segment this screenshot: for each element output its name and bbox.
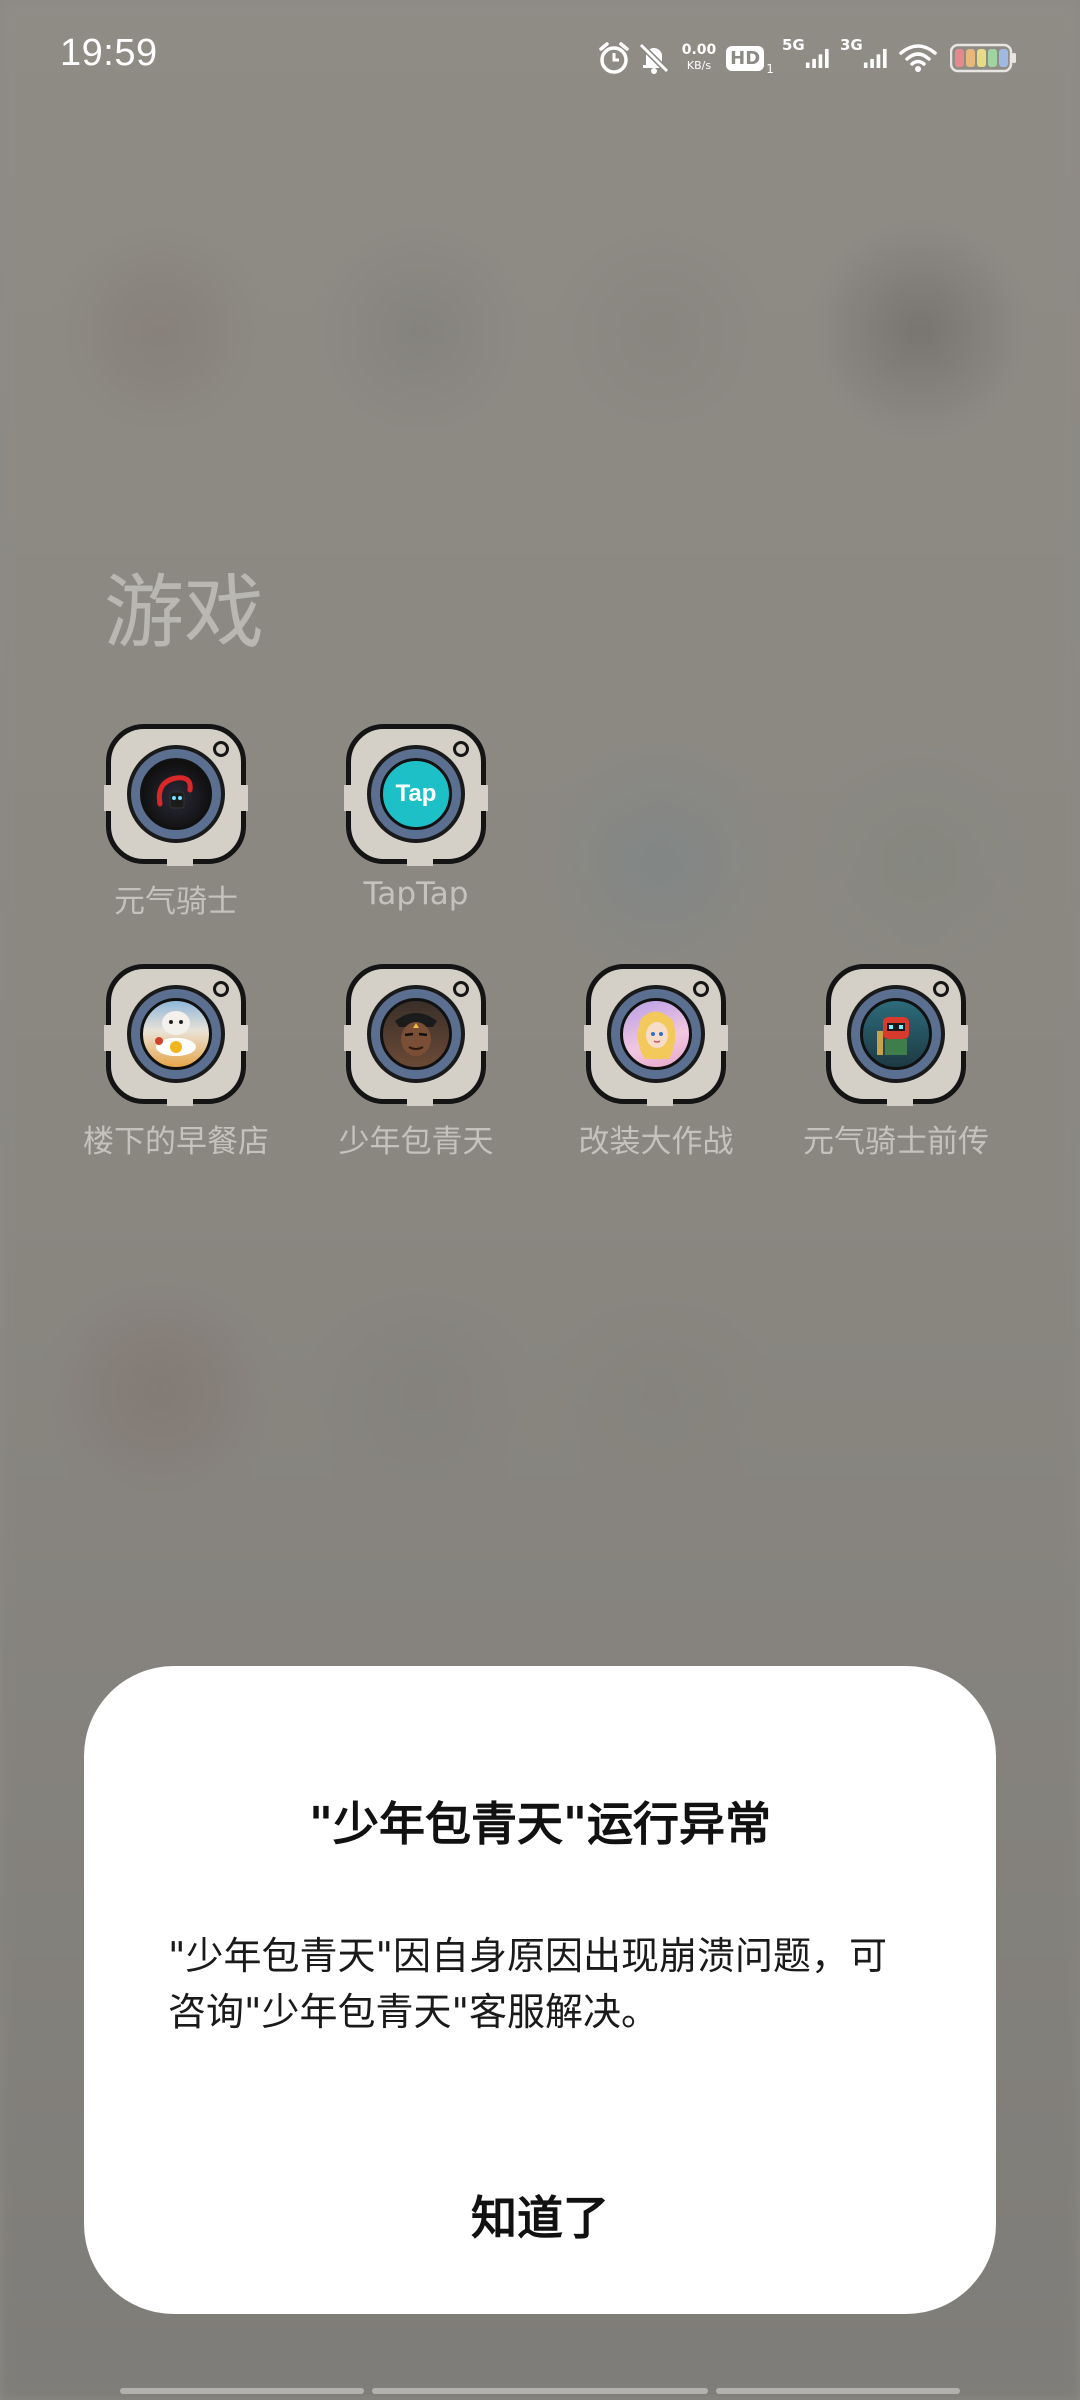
app-label: TapTap [363,876,469,912]
soul-knight-icon [104,724,248,866]
signal-5g-label: 5G [782,36,805,54]
signal-5g-icon: 5G [782,36,832,76]
alarm-icon [596,40,632,76]
gesture-bar-right [716,2388,960,2394]
bell-off-icon [636,40,672,76]
signal-3g-icon: 3G [840,36,890,76]
app-breakfast-shop[interactable]: 楼下的早餐店 [58,964,269,1184]
dialog-message: "少年包青天"因自身原因出现崩溃问题，可咨询"少年包青天"客服解决。 [168,1934,887,2034]
app-soul-knight-prequel[interactable]: 元气骑士前传 [778,964,989,1184]
gesture-bar-center[interactable] [372,2388,708,2394]
gesture-bar-left [120,2388,364,2394]
crash-dialog: "少年包青天"运行异常 "少年包青天"因自身原因出现崩溃问题，可咨询"少年包青天… [84,1666,996,2314]
battery-icon [950,40,1018,76]
app-label: 楼下的早餐店 [83,1124,269,1160]
app-taptap[interactable]: Tap TapTap [298,724,508,944]
soul-knight-prequel-icon [824,964,968,1106]
hd-icon: HD 1 [726,40,774,76]
taptap-icon: Tap [344,724,488,866]
hd-sub: 1 [766,62,774,76]
app-gaizhuang[interactable]: 改装大作战 [538,964,748,1184]
taptap-icon-text: Tap [395,780,437,807]
app-label: 元气骑士 [114,884,238,920]
ok-button[interactable]: 知道了 [390,2160,690,2270]
network-speed: 0.00 KB/s [676,40,722,76]
hd-label: HD [726,45,765,71]
wifi-icon [898,40,938,76]
net-speed-value: 0.00 [681,42,717,58]
breakfast-shop-icon [104,964,248,1106]
app-label: 改装大作战 [578,1124,734,1160]
signal-3g-label: 3G [840,36,863,54]
dialog-title: "少年包青天"运行异常 [309,1797,771,1851]
net-speed-unit: KB/s [686,59,712,72]
app-label: 少年包青天 [338,1124,494,1160]
gaizhuang-icon [584,964,728,1106]
young-baoqingtian-icon [344,964,488,1106]
status-bar: 19:59 0.00 KB/s HD 1 5G 3G [0,0,1080,120]
app-label: 元气骑士前传 [803,1124,989,1160]
status-time: 19:59 [60,32,158,74]
app-soul-knight[interactable]: 元气骑士 [58,724,268,944]
app-young-baoqingtian[interactable]: 少年包青天 [298,964,508,1184]
folder-title: 游戏 [104,566,264,659]
